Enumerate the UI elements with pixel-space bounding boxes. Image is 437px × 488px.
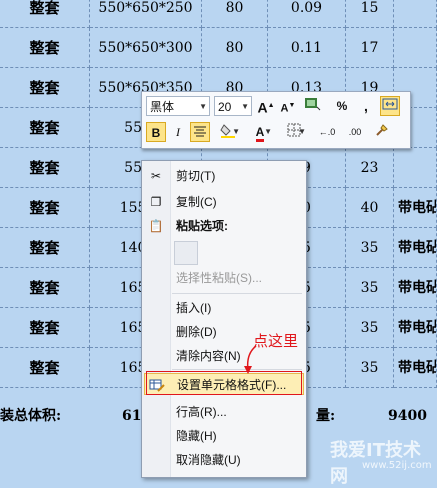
menu-item-insert[interactable]: 插入(I) <box>144 297 304 319</box>
cell[interactable]: 带电砧 <box>394 228 437 268</box>
copy-icon: ❐ <box>150 195 162 209</box>
scissors-icon: ✂ <box>150 169 162 183</box>
font-color-button[interactable]: A ▼ <box>246 122 274 142</box>
cell[interactable]: 80 <box>202 28 268 68</box>
chevron-down-icon: ▼ <box>241 102 249 111</box>
format-painter-icon <box>376 124 388 136</box>
chevron-down-icon: ▼ <box>264 127 272 136</box>
cell[interactable] <box>394 0 437 28</box>
cell[interactable]: 带电砧 <box>394 308 437 348</box>
cell[interactable]: 整套 <box>0 148 90 188</box>
mini-toolbar: 黑体 ▼ 20 ▼ A▲ A▼ % , B I ▼ A ▼ ▼ ←.0 .00 <box>141 91 411 149</box>
menu-item-label: 剪切(T) <box>176 169 216 183</box>
paste-option-button[interactable] <box>174 241 198 265</box>
clipboard-icon: 📋 <box>148 219 164 233</box>
decrease-decimal-button[interactable]: .00 <box>342 122 368 142</box>
borders-button[interactable]: ▼ <box>280 122 308 142</box>
increase-decimal-icon: ←.0 <box>318 127 336 137</box>
font-name-value: 黑体 <box>150 100 175 114</box>
menu-item-copy[interactable]: ❐ 复制(C) <box>144 191 304 213</box>
cell[interactable]: 40 <box>346 188 394 228</box>
shrink-font-icon: A <box>280 102 289 115</box>
format-painter-button[interactable] <box>372 122 392 142</box>
cell[interactable]: 23 <box>346 148 394 188</box>
font-color-icon: A <box>255 125 265 142</box>
cell[interactable]: 整套 <box>0 28 90 68</box>
menu-section-label: 粘贴选项: <box>176 219 228 233</box>
menu-item-label: 插入(I) <box>176 301 212 315</box>
menu-separator <box>172 293 302 294</box>
menu-item-hide[interactable]: 隐藏(H) <box>144 425 304 447</box>
chevron-down-icon: ▼ <box>298 127 306 136</box>
menu-item-label: 选择性粘贴(S)... <box>176 271 262 285</box>
arrow-icon <box>244 345 257 374</box>
cell[interactable]: 带电砧 <box>394 348 437 388</box>
shrink-font-button[interactable]: A▼ <box>278 96 298 116</box>
cell[interactable] <box>394 28 437 68</box>
menu-item-label: 删除(D) <box>176 325 217 339</box>
cell[interactable]: 550*650*300 <box>90 28 202 68</box>
cell[interactable]: 带电砧 <box>394 268 437 308</box>
merge-center-button[interactable] <box>380 96 400 116</box>
total-volume-value: 61 <box>122 408 142 424</box>
menu-item-label: 复制(C) <box>176 195 217 209</box>
menu-item-paste-special[interactable]: 选择性粘贴(S)... <box>144 267 304 289</box>
cell[interactable]: 550*650*250 <box>90 0 202 28</box>
bold-button[interactable]: B <box>146 122 166 142</box>
menu-item-label: 隐藏(H) <box>176 429 217 443</box>
font-size-value: 20 <box>218 100 232 114</box>
cell[interactable]: 整套 <box>0 268 90 308</box>
align-center-button[interactable] <box>190 122 210 142</box>
cell[interactable]: 整套 <box>0 228 90 268</box>
font-name-select[interactable]: 黑体 ▼ <box>146 96 210 116</box>
cell[interactable]: 35 <box>346 348 394 388</box>
cell[interactable]: 35 <box>346 228 394 268</box>
grow-font-icon: A <box>257 99 268 116</box>
grow-font-button[interactable]: A▲ <box>256 96 276 116</box>
menu-item-row-height[interactable]: 行高(R)... <box>144 401 304 423</box>
increase-decimal-button[interactable]: ←.0 <box>314 122 340 142</box>
total-volume-label: 装总体积: <box>0 408 62 424</box>
cell[interactable]: 80 <box>202 0 268 28</box>
total-weight-label: 量: <box>316 408 336 424</box>
fill-color-button[interactable]: ▼ <box>214 122 242 142</box>
accounting-format-icon <box>305 98 321 111</box>
context-menu: ✂ 剪切(T) ❐ 复制(C) 📋 粘贴选项: 选择性粘贴(S)... 插入(I… <box>141 160 307 478</box>
menu-item-label: 行高(R)... <box>176 405 227 419</box>
accounting-format-button[interactable] <box>302 96 322 116</box>
cell[interactable]: 整套 <box>0 308 90 348</box>
menu-item-label: 清除内容(N) <box>176 349 241 363</box>
font-size-select[interactable]: 20 ▼ <box>214 96 252 116</box>
comma-style-button[interactable]: , <box>356 96 376 116</box>
cell[interactable]: 整套 <box>0 68 90 108</box>
menu-item-paste-options: 📋 粘贴选项: <box>144 215 304 237</box>
menu-item-cut[interactable]: ✂ 剪切(T) <box>144 165 304 187</box>
menu-item-unhide[interactable]: 取消隐藏(U) <box>144 449 304 471</box>
table-row[interactable]: 整套 550*650*250 80 0.09 15 <box>0 0 437 28</box>
cell[interactable]: 35 <box>346 308 394 348</box>
table-row[interactable]: 整套 550*650*300 80 0.11 17 <box>0 28 437 68</box>
cell[interactable]: 整套 <box>0 108 90 148</box>
total-weight-value: 9400 <box>388 408 427 424</box>
chevron-down-icon: ▼ <box>232 127 240 136</box>
align-center-icon <box>194 126 206 137</box>
percent-style-button[interactable]: % <box>332 96 352 116</box>
cell[interactable] <box>394 148 437 188</box>
cell[interactable]: 35 <box>346 268 394 308</box>
italic-button[interactable]: I <box>168 122 188 142</box>
watermark-url: www.52ij.com <box>362 460 432 471</box>
decrease-decimal-icon: .00 <box>348 127 362 137</box>
cell[interactable]: 整套 <box>0 348 90 388</box>
cell[interactable]: 0.11 <box>268 28 346 68</box>
merge-center-icon <box>382 98 398 110</box>
cell[interactable]: 整套 <box>0 188 90 228</box>
chevron-down-icon: ▼ <box>199 102 207 111</box>
cell[interactable]: 17 <box>346 28 394 68</box>
cell[interactable]: 15 <box>346 0 394 28</box>
cell[interactable]: 带电砧 <box>394 188 437 228</box>
cell[interactable]: 0.09 <box>268 0 346 28</box>
cell[interactable]: 整套 <box>0 0 90 28</box>
menu-item-label: 取消隐藏(U) <box>176 453 241 467</box>
